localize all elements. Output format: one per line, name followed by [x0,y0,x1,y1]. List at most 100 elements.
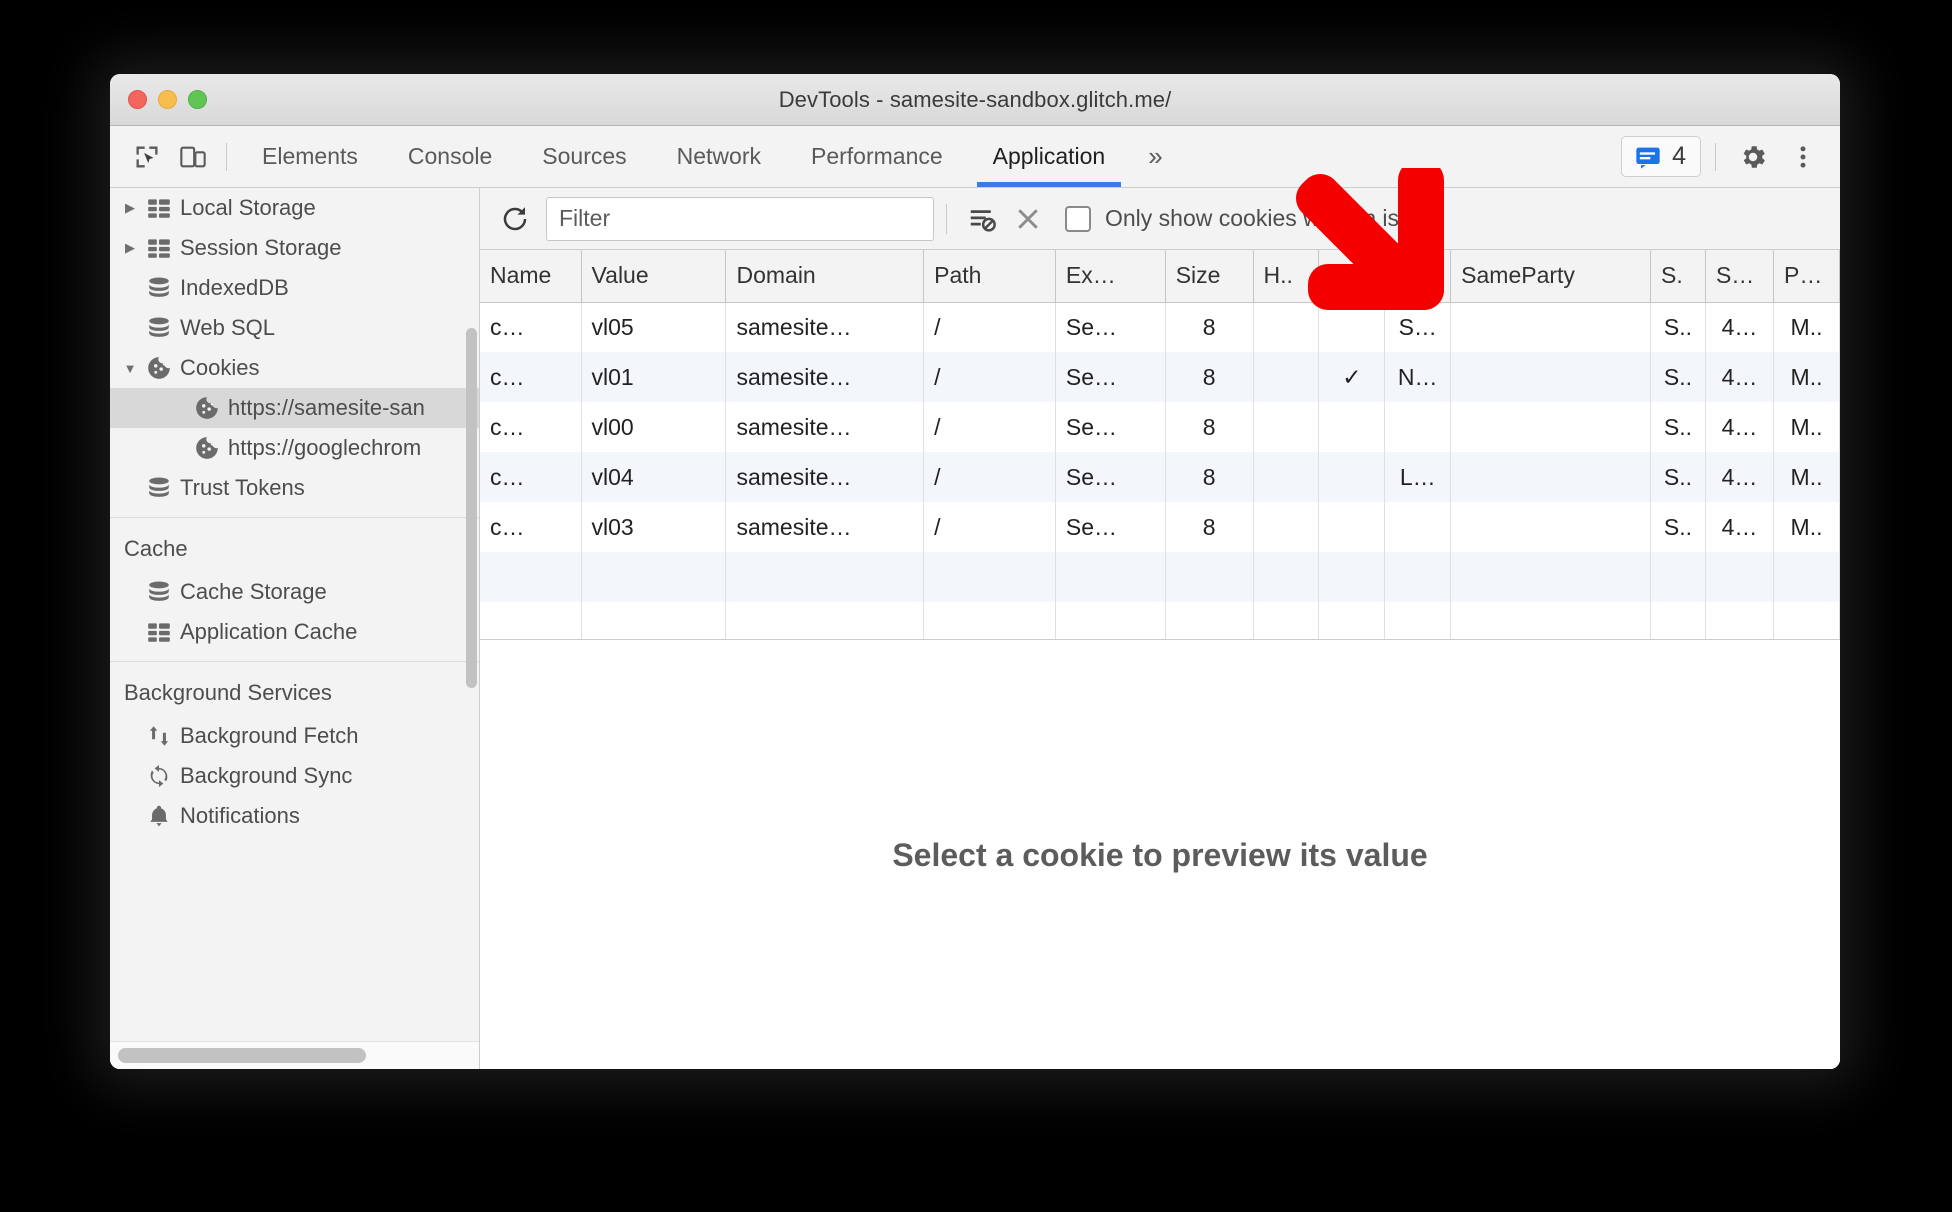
column-header-path[interactable]: Path [923,250,1056,303]
sidebar-item-https-samesite-san[interactable]: https://samesite-san [110,388,479,428]
column-header-p[interactable]: P… [1773,250,1840,303]
table-cell[interactable]: Se… [1055,352,1166,402]
table-cell[interactable]: 4… [1705,352,1775,402]
close-button[interactable] [128,90,147,109]
table-cell[interactable]: Se… [1055,452,1166,502]
table-cell[interactable]: 8 [1165,302,1254,352]
table-cell[interactable]: samesite… [725,502,925,552]
chevron-expanded-icon[interactable]: ▼ [118,361,142,376]
tab-sources[interactable]: Sources [517,126,651,187]
table-cell[interactable]: S.. [1650,452,1706,502]
zoom-button[interactable] [188,90,207,109]
table-cell[interactable]: 8 [1165,502,1254,552]
table-cell[interactable]: / [923,452,1056,502]
table-cell[interactable] [1450,502,1652,552]
table-cell[interactable]: M.. [1773,452,1840,502]
table-cell[interactable] [725,602,925,639]
table-cell[interactable]: c… [480,352,582,402]
table-cell[interactable] [1055,602,1166,639]
issues-counter-button[interactable]: 4 [1621,136,1701,177]
table-cell[interactable] [1450,302,1652,352]
table-cell[interactable]: M.. [1773,352,1840,402]
table-cell[interactable] [1318,302,1386,352]
table-cell[interactable] [1384,402,1452,452]
table-cell[interactable]: c… [480,402,582,452]
sidebar-item-web-sql[interactable]: Web SQL [110,308,479,348]
table-cell[interactable]: Se… [1055,302,1166,352]
table-cell[interactable] [1253,602,1320,639]
table-cell[interactable] [1165,552,1254,602]
sidebar-item-notifications[interactable]: Notifications [110,796,479,836]
tab-performance[interactable]: Performance [786,126,968,187]
table-cell[interactable] [1318,552,1386,602]
tab-elements[interactable]: Elements [237,126,383,187]
table-cell[interactable] [581,552,727,602]
table-cell[interactable] [1165,602,1254,639]
sidebar-item-trust-tokens[interactable]: Trust Tokens [110,468,479,508]
column-header-name[interactable]: Name [480,250,582,303]
table-cell[interactable]: M.. [1773,402,1840,452]
tab-network[interactable]: Network [652,126,786,187]
table-cell[interactable] [1773,552,1840,602]
table-cell[interactable]: / [923,352,1056,402]
sidebar-item-local-storage[interactable]: ▶ Local Storage [110,188,479,228]
table-cell[interactable] [923,552,1056,602]
table-cell[interactable] [1450,552,1652,602]
column-header-s[interactable]: S.. [1318,250,1386,303]
table-cell[interactable] [1318,452,1386,502]
table-cell[interactable] [581,602,727,639]
only-issues-checkbox-row[interactable]: Only show cookies with an issue [1065,205,1436,232]
column-header-s[interactable]: S.. [1384,250,1452,303]
table-cell[interactable] [1384,552,1452,602]
filter-input[interactable] [546,196,934,241]
table-cell[interactable] [480,602,582,639]
table-cell[interactable]: M.. [1773,302,1840,352]
table-cell[interactable]: S… [1384,302,1452,352]
table-cell[interactable]: / [923,502,1056,552]
table-cell[interactable]: 8 [1165,352,1254,402]
table-cell[interactable]: S.. [1650,502,1706,552]
table-cell[interactable]: L… [1384,452,1452,502]
chevron-collapsed-icon[interactable]: ▶ [118,200,142,216]
table-row[interactable] [480,602,1840,639]
clear-filters-icon[interactable] [959,196,1005,242]
table-cell[interactable] [923,602,1056,639]
table-cell[interactable]: ✓ [1318,352,1386,402]
table-cell[interactable] [1384,502,1452,552]
table-row[interactable]: c… vl01 samesite… / Se… 8 ✓ N… S.. 4… M.. [480,352,1840,402]
table-cell[interactable] [1318,602,1386,639]
column-header-size[interactable]: Size [1165,250,1254,303]
table-cell[interactable] [1450,602,1652,639]
sidebar-horizontal-scrollbar-track[interactable] [110,1041,479,1069]
table-cell[interactable]: vl00 [581,402,727,452]
column-header-sameparty[interactable]: SameParty [1450,250,1652,303]
device-toolbar-icon[interactable] [170,134,216,180]
kebab-menu-icon[interactable] [1780,134,1826,180]
table-cell[interactable] [1253,402,1320,452]
table-cell[interactable] [1318,402,1386,452]
table-cell[interactable]: 8 [1165,402,1254,452]
column-header-value[interactable]: Value [581,250,727,303]
column-header-ex[interactable]: Ex… [1055,250,1166,303]
sidebar-vertical-scrollbar[interactable] [466,328,477,688]
table-row[interactable] [480,552,1840,602]
table-cell[interactable]: M.. [1773,502,1840,552]
table-cell[interactable] [1450,452,1652,502]
table-cell[interactable] [1705,602,1775,639]
refresh-icon[interactable] [492,196,538,242]
sidebar-horizontal-scrollbar-thumb[interactable] [118,1048,366,1063]
table-cell[interactable]: samesite… [725,352,925,402]
sidebar-item-cache-storage[interactable]: Cache Storage [110,572,479,612]
table-cell[interactable]: / [923,402,1056,452]
minimize-button[interactable] [158,90,177,109]
gear-icon[interactable] [1730,134,1776,180]
table-cell[interactable]: samesite… [725,452,925,502]
table-cell[interactable] [1253,552,1320,602]
table-cell[interactable] [1773,602,1840,639]
table-row[interactable]: c… vl04 samesite… / Se… 8 L… S.. 4… M.. [480,452,1840,502]
sidebar-item-background-fetch[interactable]: Background Fetch [110,716,479,756]
table-cell[interactable] [1450,402,1652,452]
table-cell[interactable]: 8 [1165,452,1254,502]
table-cell[interactable] [1705,552,1775,602]
table-cell[interactable]: 4… [1705,302,1775,352]
